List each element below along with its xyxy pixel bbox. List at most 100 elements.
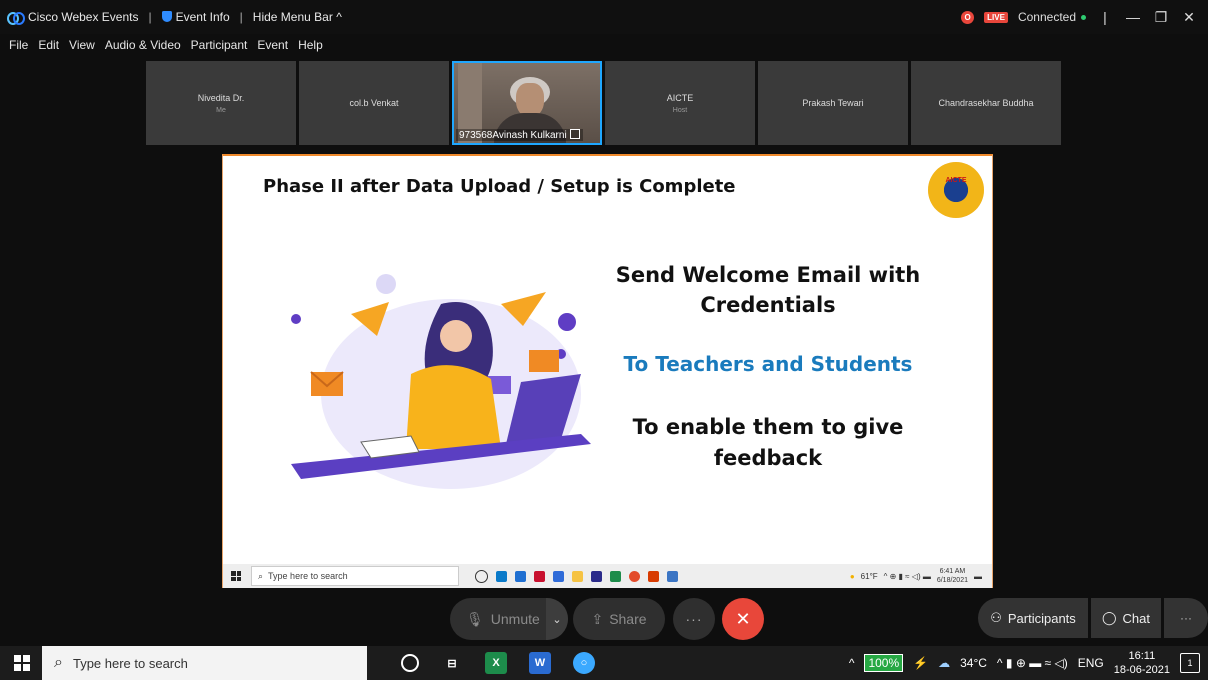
shared-search-box: ⌕ Type here to search xyxy=(251,566,459,586)
unmute-button[interactable]: 🎙︎ Unmute ⌄ xyxy=(450,598,568,640)
edge-icon xyxy=(496,570,507,582)
participant-tile[interactable]: Prakash Tewari xyxy=(758,61,908,145)
shared-content: Phase II after Data Upload / Setup is Co… xyxy=(222,154,993,588)
close-icon[interactable]: ✕ xyxy=(1180,9,1198,26)
record-icon[interactable]: O xyxy=(961,10,975,24)
participants-label: Participants xyxy=(1007,610,1076,626)
cortana-icon[interactable] xyxy=(401,654,419,672)
shared-taskbar-icons xyxy=(475,569,678,583)
participant-name-bar: 973568Avinash Kulkarni xyxy=(456,129,583,141)
shared-search-placeholder: Type here to search xyxy=(268,571,348,581)
shared-time: 6:41 AM xyxy=(939,568,966,575)
tray-icons: ^ ⊕ ▮ ≈ ◁) ▬ xyxy=(883,571,931,581)
shared-date: 6/18/2021 xyxy=(936,577,968,584)
more-panels-button[interactable]: ··· xyxy=(1164,598,1208,638)
participant-tile-active-speaker[interactable]: 973568Avinash Kulkarni xyxy=(452,61,602,145)
participant-tile[interactable]: col.b Venkat xyxy=(299,61,449,145)
cloud-icon: ☁ xyxy=(938,656,951,670)
illustration-dot xyxy=(376,274,396,294)
participant-tile[interactable]: AICTE Host xyxy=(605,61,755,145)
menu-event[interactable]: Event xyxy=(257,38,288,52)
menu-edit[interactable]: Edit xyxy=(38,38,59,52)
webex-logo-icon xyxy=(7,11,25,25)
shield-icon xyxy=(161,11,172,22)
taskbar-search-box[interactable]: ⌕ Type here to search xyxy=(42,646,367,680)
event-info-label: Event Info xyxy=(175,10,230,24)
menu-bar: File Edit View Audio & Video Participant… xyxy=(0,36,323,54)
taskbar-search-placeholder: Type here to search xyxy=(72,655,188,671)
menu-file[interactable]: File xyxy=(9,38,28,52)
windows-start-icon[interactable] xyxy=(14,655,30,671)
illustration-dot xyxy=(558,313,576,331)
slide-subheading: To Teachers and Students xyxy=(623,352,913,376)
status-dot-icon xyxy=(1081,14,1086,20)
app-title-group: Cisco Webex Events | Event Info | Hide M… xyxy=(0,10,342,25)
sharing-icon xyxy=(569,129,580,139)
woman-sweater xyxy=(406,365,501,449)
menu-audio-video[interactable]: Audio & Video xyxy=(105,38,181,52)
video-person-face xyxy=(516,83,544,117)
search-icon: ⌕ xyxy=(258,570,264,581)
folder-icon xyxy=(572,570,583,582)
shared-clock: 6:41 AM 6/18/2021 xyxy=(937,567,968,585)
woman-face xyxy=(440,320,472,352)
chat-bubble-icon: ◯ xyxy=(1101,610,1117,625)
participant-strip: Nivedita Dr. Me col.b Venkat 973568Avina… xyxy=(146,61,1061,145)
illustration-dot xyxy=(291,314,301,324)
microphone-muted-icon: 🎙︎ xyxy=(466,610,484,627)
shared-screen-taskbar: ⌕ Type here to search ● 61°F ^ ⊕ ▮ ≈ ◁) ▬… xyxy=(223,564,992,588)
close-icon: ✕ xyxy=(735,608,751,629)
ellipsis-icon: ··· xyxy=(685,611,703,627)
mail-icon xyxy=(515,570,526,582)
aicte-logo: AICTE xyxy=(928,162,984,218)
more-options-button[interactable]: ··· xyxy=(673,598,715,640)
language-indicator[interactable]: ENG xyxy=(1078,656,1104,670)
slide-title: Phase II after Data Upload / Setup is Co… xyxy=(263,176,736,197)
clock[interactable]: 16:11 18-06-2021 xyxy=(1114,649,1170,677)
task-view-icon[interactable]: ⊟ xyxy=(441,652,463,674)
end-call-button[interactable]: ✕ xyxy=(722,598,764,640)
share-icon: ⇪ xyxy=(591,610,604,627)
unmute-label: Unmute xyxy=(490,611,540,627)
connected-label: Connected xyxy=(1017,10,1076,24)
battery-indicator[interactable]: 100% xyxy=(864,654,904,672)
hide-menu-bar-button[interactable]: Hide Menu Bar ^ xyxy=(253,10,342,24)
shared-system-tray: ● 61°F ^ ⊕ ▮ ≈ ◁) ▬ 6:41 AM 6/18/2021 ▬ xyxy=(850,567,992,585)
email-illustration xyxy=(291,274,591,489)
menu-view[interactable]: View xyxy=(69,38,95,52)
windows-start-icon xyxy=(231,571,241,581)
participants-panel-button[interactable]: ⚇ Participants xyxy=(978,598,1088,638)
participant-name: AICTE xyxy=(666,92,694,103)
event-info-button[interactable]: Event Info xyxy=(161,10,230,24)
ellipsis-icon: ··· xyxy=(1180,611,1192,625)
participant-tile[interactable]: Chandrasekhar Buddha xyxy=(911,61,1061,145)
webex-icon[interactable]: W xyxy=(529,652,551,674)
unmute-label-group: 🎙︎ Unmute xyxy=(450,611,540,628)
minimize-icon[interactable]: — xyxy=(1124,9,1142,25)
power-plug-icon: ⚡ xyxy=(913,656,929,670)
live-badge: LIVE xyxy=(984,11,1008,23)
participant-tile[interactable]: Nivedita Dr. Me xyxy=(146,61,296,145)
menu-participant[interactable]: Participant xyxy=(191,38,248,52)
app-icon xyxy=(667,570,678,582)
audio-options-dropdown[interactable]: ⌄ xyxy=(546,598,568,640)
slide-body: To enable them to give feedback xyxy=(632,415,904,470)
browser-icon[interactable]: ○ xyxy=(573,652,595,674)
chat-panel-button[interactable]: ◯ Chat xyxy=(1091,598,1161,638)
window-controls: O LIVE Connected | — ❐ ✕ xyxy=(961,0,1208,34)
share-button[interactable]: ⇪ Share xyxy=(573,598,665,640)
chevron-up-icon[interactable]: ^ xyxy=(849,656,855,670)
weather-icon: ● xyxy=(849,571,855,581)
app-icon xyxy=(534,570,545,582)
temperature[interactable]: 34°C xyxy=(960,656,987,670)
restore-icon[interactable]: ❐ xyxy=(1152,9,1170,26)
powerpoint-icon xyxy=(648,570,659,582)
chat-label: Chat xyxy=(1122,610,1151,626)
envelope-icon xyxy=(529,350,559,372)
notification-center-icon[interactable]: 1 xyxy=(1180,653,1200,673)
menu-help[interactable]: Help xyxy=(298,38,323,52)
aicte-logo-text: AICTE xyxy=(945,177,967,184)
participants-icon: ⚇ xyxy=(990,610,1002,625)
system-tray: ^ 100% ⚡ ☁ 34°C ^ ▮ ⊕ ▬ ≈ ◁) ENG 16:11 18… xyxy=(849,646,1208,680)
excel-icon[interactable]: X xyxy=(485,652,507,674)
